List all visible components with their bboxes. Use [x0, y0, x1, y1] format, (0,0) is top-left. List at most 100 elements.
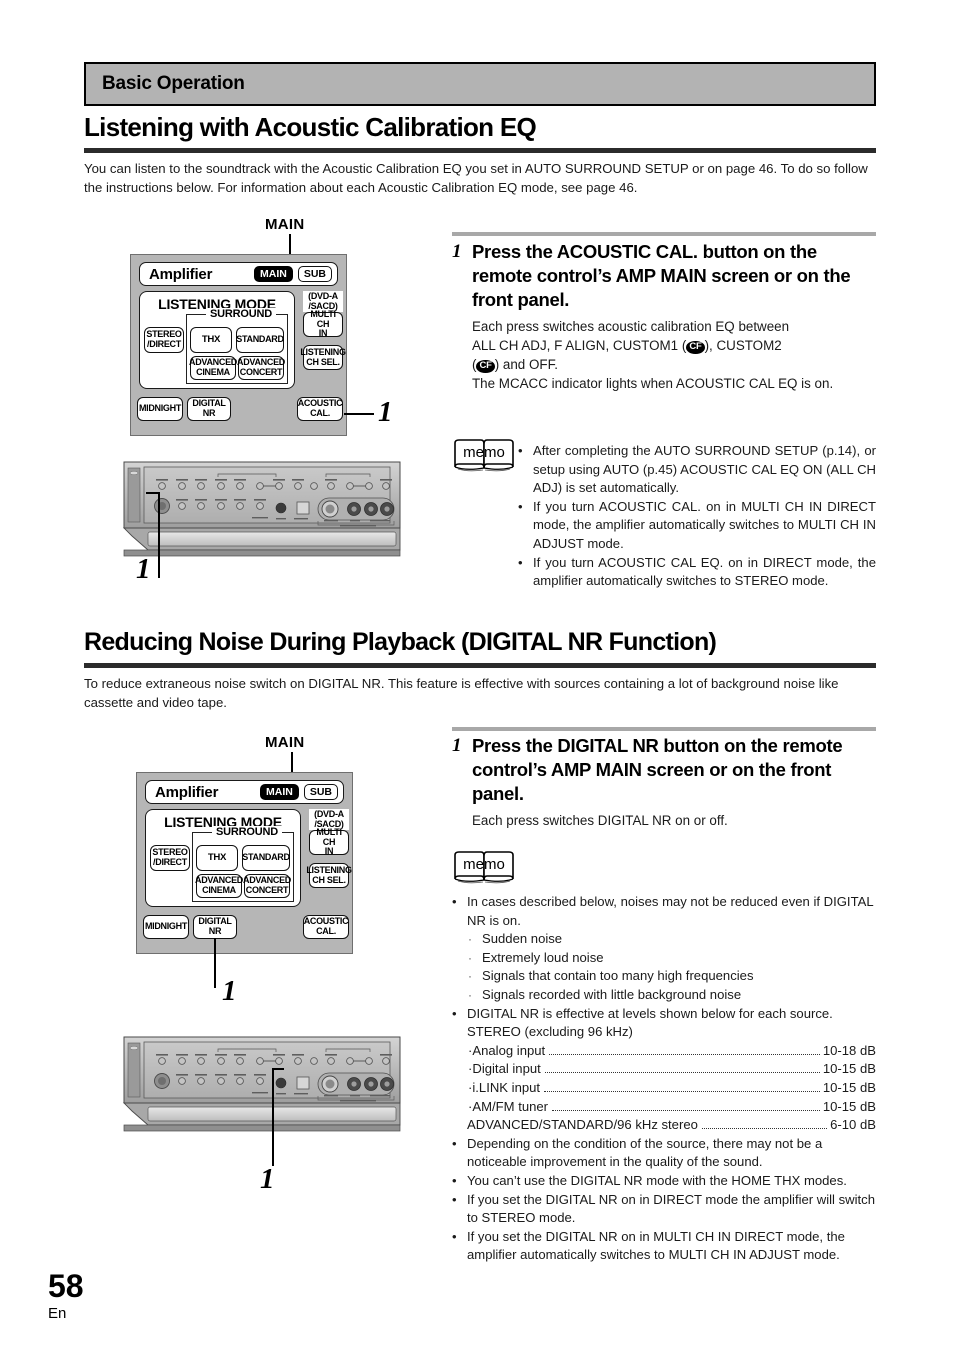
svg-text:memo: memo [463, 444, 505, 461]
button-advanced-concert-2[interactable]: ADVANCED CONCERT [243, 874, 291, 898]
section1-step-rule [452, 232, 876, 236]
section1-step-body-line1: Each press switches acoustic calibration… [472, 319, 790, 334]
pill-sub-2[interactable]: SUB [303, 784, 338, 800]
section-header-band: Basic Operation [84, 62, 876, 106]
button-standard-1[interactable]: STANDARD [236, 327, 284, 353]
section2-memo-list: • In cases described below, noises may no… [452, 893, 876, 1265]
panel2-callout-number: 1 [260, 1163, 275, 1195]
memo-subitem: · Signals recorded with little background… [468, 986, 876, 1005]
memo-subitem: · Signals that contain too many high freq… [468, 967, 876, 986]
listening-mode-box-2: LISTENING MODE SURROUND STEREO /DIRECT T… [145, 809, 301, 907]
section1-step-body-line2a: ALL CH ADJ, F ALIGN, CUSTOM1 ( [472, 338, 687, 353]
button-stereo-direct-2[interactable]: STEREO /DIRECT [150, 845, 190, 871]
section1-rule [84, 148, 876, 153]
section2-rule [84, 663, 876, 668]
section1-step-body-line2b: ), CUSTOM2 [704, 338, 782, 353]
levels-heading: STEREO (excluding 96 kHz) [467, 1024, 633, 1040]
memo-icon-1: memo [452, 438, 516, 478]
bullet-icon: • [518, 554, 523, 570]
level-row: · i.LINK input 10-15 dB [468, 1079, 876, 1098]
section2-step-body: Each press switches DIGITAL NR on or off… [472, 813, 728, 828]
button-stereo-direct-1[interactable]: STEREO /DIRECT [144, 327, 184, 353]
section-header-label: Basic Operation [102, 73, 245, 94]
panel2-callout-leader [272, 1068, 274, 1166]
cf-badge-icon-1: CF [686, 341, 705, 354]
diagram2-callout-number: 1 [222, 975, 237, 1007]
dot-leader [701, 1128, 828, 1130]
button-listening-ch-sel-1[interactable]: LISTENING CH SEL. [300, 345, 346, 370]
section1-step-body-line3b: ) and OFF. [494, 357, 558, 372]
pill-main-2[interactable]: MAIN [259, 784, 299, 800]
button-thx-1[interactable]: THX [190, 327, 232, 353]
page-number: 58 [48, 1268, 84, 1304]
surround-label-2: SURROUND [212, 826, 282, 838]
panel1-callout-number: 1 [136, 553, 151, 585]
bullet-icon: • [452, 1005, 457, 1021]
pill-sub-1[interactable]: SUB [297, 266, 332, 282]
button-advanced-cinema-2[interactable]: ADVANCED CINEMA [195, 874, 243, 898]
button-thx-2[interactable]: THX [196, 845, 238, 871]
subdot-icon: · [468, 987, 472, 1002]
svg-text:memo: memo [463, 856, 505, 873]
bullet-icon: • [518, 498, 523, 514]
diagram2-callout-leader [214, 938, 216, 988]
button-advanced-cinema-1[interactable]: ADVANCED CINEMA [189, 356, 237, 380]
button-standard-2[interactable]: STANDARD [242, 845, 290, 871]
memo-bullet: • If you turn ACOUSTIC CAL. on in MULTI C… [518, 498, 876, 554]
bullet-icon: • [452, 894, 457, 909]
level-row: · AM/FM tuner 10-15 dB [468, 1098, 876, 1117]
section1-step-1: 1 Press the ACOUSTIC CAL. button on the … [452, 240, 876, 393]
subdot-icon: · [468, 950, 472, 965]
diagram1-main-label: MAIN [265, 216, 305, 233]
pill-main-1[interactable]: MAIN [253, 266, 293, 282]
dot-leader [544, 1072, 820, 1074]
memo-subitem: · Sudden noise [468, 930, 876, 949]
button-listening-ch-sel-2[interactable]: LISTENING CH SEL. [306, 863, 352, 888]
memo-icon-2: memo [452, 850, 516, 890]
memo-bullet: • You can’t use the DIGITAL NR mode with … [452, 1172, 876, 1191]
button-acoustic-cal-2[interactable]: ACOUSTIC CAL. [303, 915, 349, 939]
button-acoustic-cal-1[interactable]: ACOUSTIC CAL. [297, 397, 343, 421]
listening-mode-box-1: LISTENING MODE SURROUND STEREO /DIRECT T… [139, 291, 295, 389]
front-panel-illustration-1 [118, 458, 406, 573]
button-digital-nr-1[interactable]: DIGITAL NR [187, 397, 231, 421]
section2-step-1: 1 Press the DIGITAL NR button on the rem… [452, 734, 876, 830]
button-digital-nr-2[interactable]: DIGITAL NR [193, 915, 237, 939]
subdot-icon: · [468, 969, 472, 984]
dot-leader [549, 1053, 820, 1055]
section1-intro: You can listen to the soundtrack with th… [84, 161, 868, 195]
amplifier-bar-2: Amplifier MAIN SUB [145, 780, 344, 804]
panel1-callout-leader [158, 492, 160, 578]
surround-label-1: SURROUND [206, 308, 276, 320]
memo-bullet: • In cases described below, noises may no… [452, 893, 876, 930]
button-midnight-2[interactable]: MIDNIGHT [143, 915, 189, 939]
memo-bullet: • Depending on the condition of the sourc… [452, 1135, 876, 1172]
section2-title: Reducing Noise During Playback (DIGITAL … [84, 628, 717, 656]
button-advanced-concert-1[interactable]: ADVANCED CONCERT [237, 356, 285, 380]
page-language: En [48, 1305, 67, 1322]
diagram1-callout-number: 1 [378, 396, 393, 428]
dot-leader [544, 1090, 820, 1092]
remote-lcd-screen-1: Amplifier MAIN SUB LISTENING MODE SURROU… [130, 254, 347, 436]
memo-bullet: • If you turn ACOUSTIC CAL EQ. on in DIRE… [518, 554, 876, 591]
bullet-icon: • [518, 443, 523, 458]
section1-step-title: Press the ACOUSTIC CAL. button on the re… [472, 241, 851, 310]
button-multi-ch-in-2[interactable]: MULTI CH IN [309, 827, 349, 856]
bullet-icon: • [452, 1191, 457, 1207]
amplifier-bar-1: Amplifier MAIN SUB [139, 262, 338, 286]
section1-step-body-line4: The MCACC indicator lights when ACOUSTIC… [472, 376, 834, 391]
dot-leader [552, 1109, 820, 1111]
button-multi-ch-in-1[interactable]: MULTI CH IN [303, 309, 343, 338]
panel2-callout-leader-h [274, 1068, 284, 1070]
button-midnight-1[interactable]: MIDNIGHT [137, 397, 183, 421]
diagram2-main-label: MAIN [265, 734, 305, 751]
section2-step-number: 1 [452, 735, 462, 756]
diagram1-callout-leader [344, 413, 374, 415]
level-row: · Analog input 10-18 dB [468, 1042, 876, 1061]
section2-intro: To reduce extraneous noise switch on DIG… [84, 676, 839, 710]
bullet-icon: • [452, 1135, 457, 1151]
front-panel-illustration-2 [118, 1033, 406, 1148]
bullet-icon: • [452, 1228, 457, 1244]
section2-step-rule [452, 727, 876, 731]
amplifier-label-1: Amplifier [149, 265, 213, 283]
